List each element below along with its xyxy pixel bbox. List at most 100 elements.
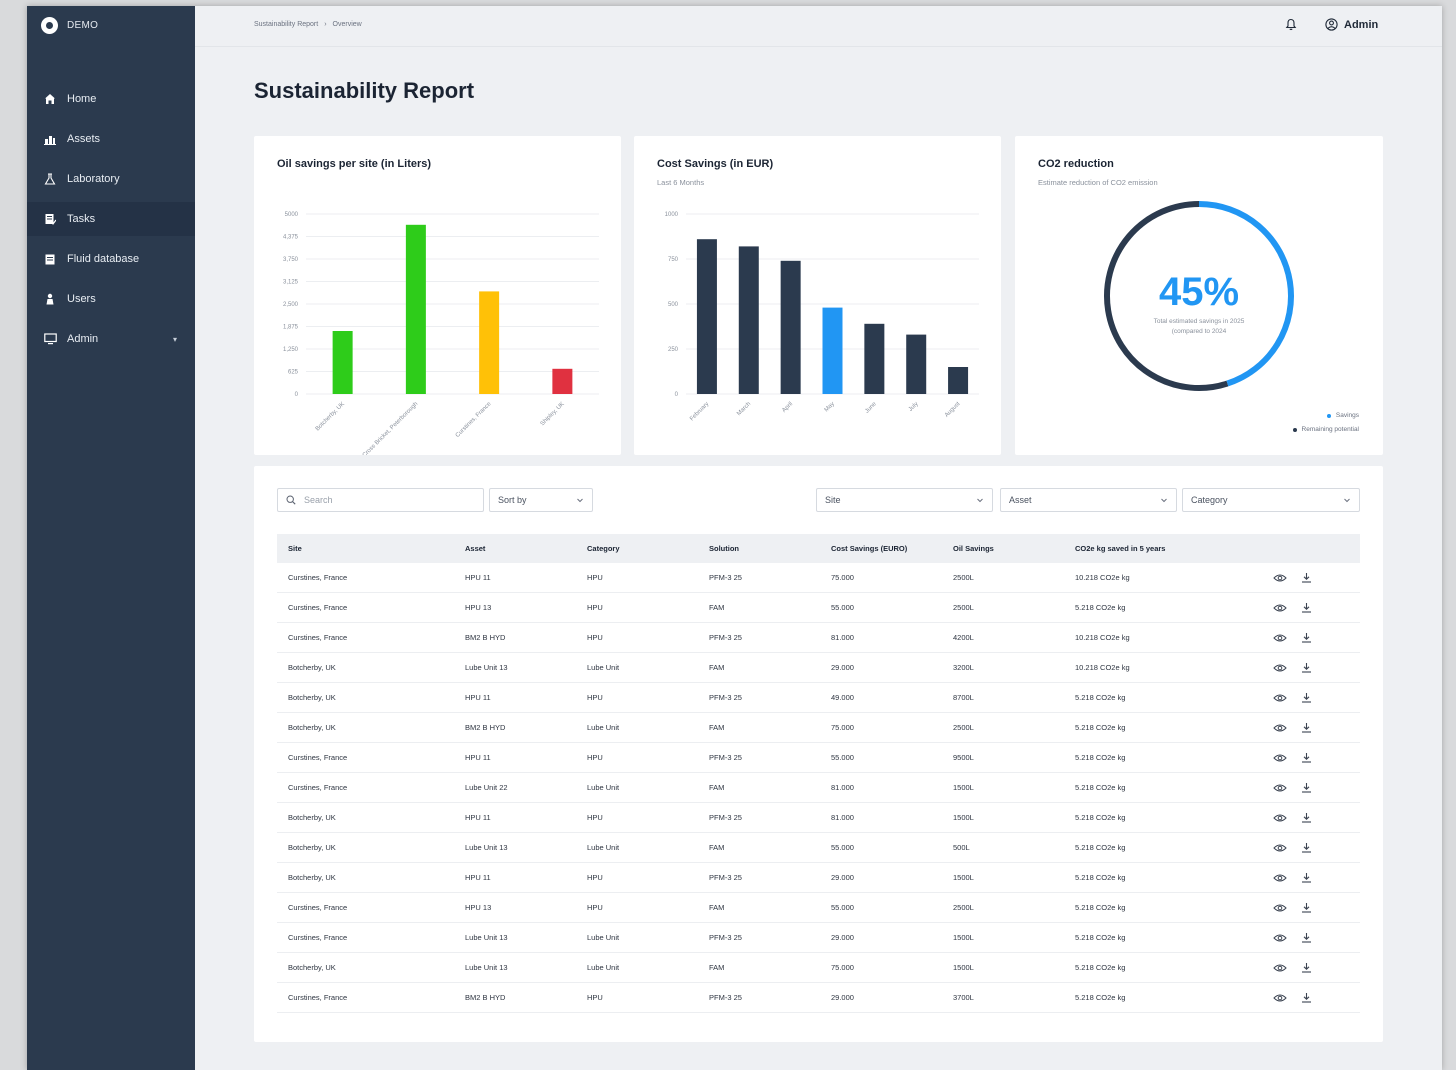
download-icon[interactable] xyxy=(1297,958,1315,976)
search-input[interactable]: Search xyxy=(277,488,484,512)
table-row[interactable]: Curstines, France HPU 13 HPU FAM 55.000 2500L… xyxy=(277,592,1360,623)
brand[interactable]: DEMO xyxy=(41,17,98,34)
sidebar-item-assets[interactable]: Assets xyxy=(27,122,195,156)
download-icon[interactable] xyxy=(1297,778,1315,796)
sidebar-item-label: Users xyxy=(67,293,96,305)
site-filter-select[interactable]: Site xyxy=(816,488,993,512)
cell-oil-savings: 8700L xyxy=(942,682,1064,713)
cell-category: HPU xyxy=(576,802,698,833)
eye-icon[interactable] xyxy=(1271,989,1289,1007)
eye-icon[interactable] xyxy=(1271,719,1289,737)
eye-icon[interactable] xyxy=(1271,569,1289,587)
column-header-solution[interactable]: Solution xyxy=(698,534,820,563)
row-actions xyxy=(1249,682,1360,713)
sidebar-item-users[interactable]: Users xyxy=(27,282,195,316)
app-window: DEMO Home Assets Laboratory Tasks Fluid … xyxy=(27,6,1442,1070)
table-row[interactable]: Botcherby, UK BM2 B HYD Lube Unit FAM 75.000… xyxy=(277,712,1360,743)
download-icon[interactable] xyxy=(1297,568,1315,586)
user-menu[interactable]: Admin xyxy=(1325,18,1378,31)
column-header-actions xyxy=(1249,534,1360,563)
sort-by-select[interactable]: Sort by xyxy=(489,488,593,512)
cell-category: HPU xyxy=(576,592,698,623)
download-icon[interactable] xyxy=(1297,718,1315,736)
download-icon[interactable] xyxy=(1297,688,1315,706)
download-icon[interactable] xyxy=(1297,598,1315,616)
database-icon xyxy=(43,252,57,266)
bell-icon[interactable] xyxy=(1285,18,1297,36)
sidebar-item-home[interactable]: Home xyxy=(27,82,195,116)
table-row[interactable]: Botcherby, UK Lube Unit 13 Lube Unit FAM 75.… xyxy=(277,952,1360,983)
download-icon[interactable] xyxy=(1297,988,1315,1006)
eye-icon[interactable] xyxy=(1271,749,1289,767)
eye-icon[interactable] xyxy=(1271,839,1289,857)
table-row[interactable]: Botcherby, UK HPU 11 HPU PFM-3 25 29.000 1500… xyxy=(277,862,1360,893)
cell-site: Curstines, France xyxy=(277,892,454,923)
table-row[interactable]: Curstines, France HPU 11 HPU PFM-3 25 75.000… xyxy=(277,563,1360,593)
download-icon[interactable] xyxy=(1297,658,1315,676)
eye-icon[interactable] xyxy=(1271,779,1289,797)
sidebar-item-admin[interactable]: Admin ▾ xyxy=(27,322,195,356)
column-header-category[interactable]: Category xyxy=(576,534,698,563)
legend-savings-label: Savings xyxy=(1335,412,1359,419)
table-row[interactable]: Botcherby, UK Lube Unit 13 Lube Unit FAM 29.… xyxy=(277,652,1360,683)
asset-filter-select[interactable]: Asset xyxy=(1000,488,1177,512)
table-row[interactable]: Curstines, France BM2 B HYD HPU PFM-3 25 29.… xyxy=(277,982,1360,1013)
cell-co2e: 5.218 CO2e kg xyxy=(1064,862,1249,893)
column-header-oil-savings[interactable]: Oil Savings xyxy=(942,534,1064,563)
cell-solution: FAM xyxy=(698,772,820,803)
download-icon[interactable] xyxy=(1297,838,1315,856)
eye-icon[interactable] xyxy=(1271,899,1289,917)
oil-bar xyxy=(479,291,500,394)
table-row[interactable]: Curstines, France Lube Unit 13 Lube Unit PF… xyxy=(277,922,1360,953)
download-icon[interactable] xyxy=(1297,868,1315,886)
eye-icon[interactable] xyxy=(1271,869,1289,887)
eye-icon[interactable] xyxy=(1271,599,1289,617)
cell-category: Lube Unit xyxy=(576,952,698,983)
eye-icon[interactable] xyxy=(1271,929,1289,947)
flask-icon xyxy=(43,172,57,186)
cell-oil-savings: 2500L xyxy=(942,563,1064,593)
table-row[interactable]: Curstines, France BM2 B HYD HPU PFM-3 25 81.… xyxy=(277,622,1360,653)
column-header-asset[interactable]: Asset xyxy=(454,534,576,563)
cell-category: HPU xyxy=(576,892,698,923)
download-icon[interactable] xyxy=(1297,628,1315,646)
eye-icon[interactable] xyxy=(1271,629,1289,647)
cell-cost-savings: 81.000 xyxy=(820,622,942,653)
sidebar-item-tasks[interactable]: Tasks xyxy=(27,202,195,236)
cell-asset: HPU 11 xyxy=(454,802,576,833)
cost-bar xyxy=(864,323,885,394)
oil-y-tick-label: 3,750 xyxy=(283,257,299,263)
breadcrumb-root[interactable]: Sustainability Report xyxy=(254,21,318,28)
download-icon[interactable] xyxy=(1297,748,1315,766)
breadcrumb: Sustainability Report › Overview xyxy=(254,21,362,28)
table-row[interactable]: Curstines, France HPU 11 HPU PFM-3 25 55.000… xyxy=(277,742,1360,773)
eye-icon[interactable] xyxy=(1271,689,1289,707)
eye-icon[interactable] xyxy=(1271,809,1289,827)
table-row[interactable]: Curstines, France Lube Unit 22 Lube Unit FA… xyxy=(277,772,1360,803)
cost-y-tick-label: 750 xyxy=(668,257,679,263)
table-row[interactable]: Curstines, France HPU 13 HPU FAM 55.000 2500L… xyxy=(277,892,1360,923)
cell-co2e: 5.218 CO2e kg xyxy=(1064,592,1249,623)
download-icon[interactable] xyxy=(1297,898,1315,916)
column-header-site[interactable]: Site xyxy=(277,534,454,563)
row-actions xyxy=(1249,802,1360,833)
oil-y-tick-label: 1,875 xyxy=(283,325,299,331)
table-row[interactable]: Botcherby, UK HPU 11 HPU PFM-3 25 49.000 8700… xyxy=(277,682,1360,713)
column-header-cost-savings[interactable]: Cost Savings (EURO) xyxy=(820,534,942,563)
cell-asset: BM2 B HYD xyxy=(454,622,576,653)
eye-icon[interactable] xyxy=(1271,659,1289,677)
category-filter-select[interactable]: Category xyxy=(1182,488,1360,512)
sidebar-item-fluid-database[interactable]: Fluid database xyxy=(27,242,195,276)
cell-solution: PFM-3 25 xyxy=(698,982,820,1013)
cost-bar xyxy=(738,246,759,394)
table-row[interactable]: Botcherby, UK Lube Unit 13 Lube Unit FAM 55.… xyxy=(277,832,1360,863)
download-icon[interactable] xyxy=(1297,808,1315,826)
column-header-co2e[interactable]: CO2e kg saved in 5 years xyxy=(1064,534,1249,563)
cell-site: Botcherby, UK xyxy=(277,682,454,713)
chevron-down-icon[interactable]: ▾ xyxy=(173,335,177,344)
download-icon[interactable] xyxy=(1297,928,1315,946)
sidebar-item-laboratory[interactable]: Laboratory xyxy=(27,162,195,196)
eye-icon[interactable] xyxy=(1271,959,1289,977)
table-row[interactable]: Botcherby, UK HPU 11 HPU PFM-3 25 81.000 1500… xyxy=(277,802,1360,833)
cell-asset: Lube Unit 13 xyxy=(454,832,576,863)
